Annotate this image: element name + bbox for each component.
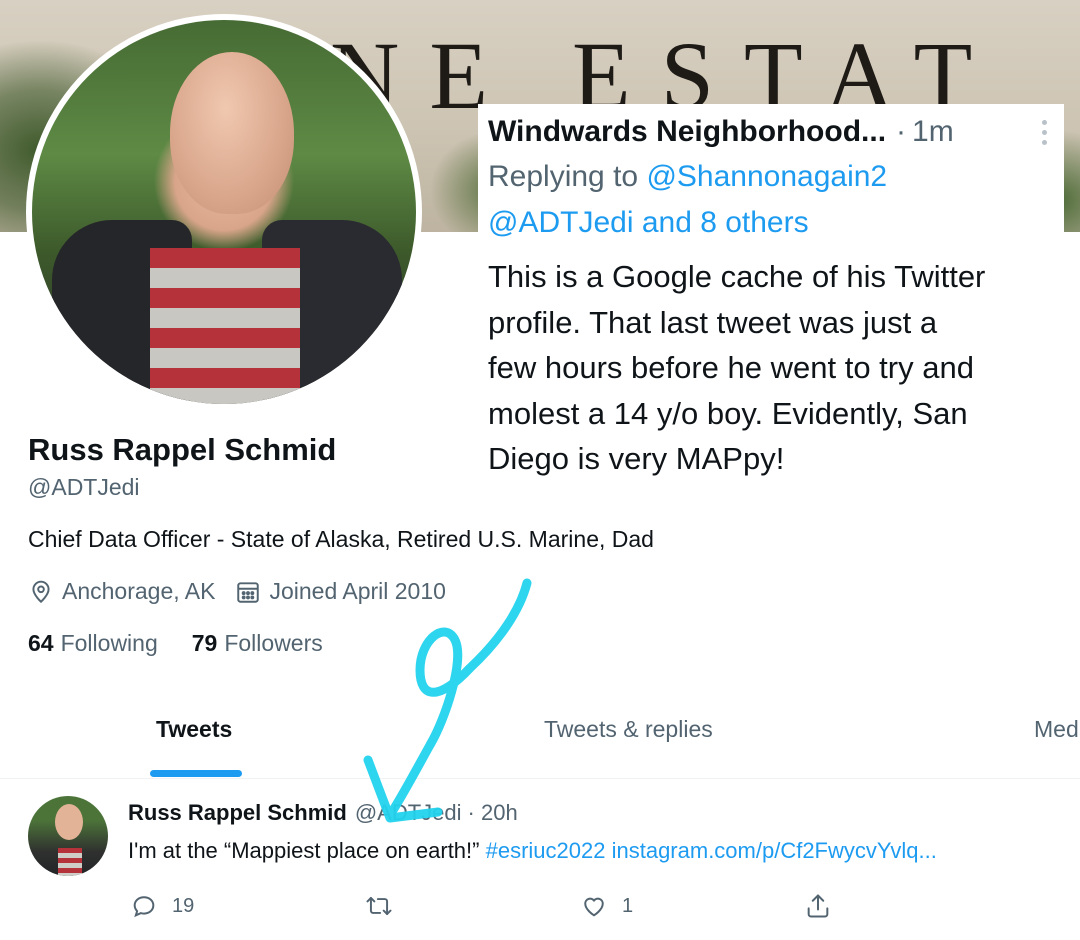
tweet-author-handle[interactable]: @ADTJedi [355,800,462,826]
tweet-hashtag[interactable]: #esriuc2022 [486,838,606,863]
profile-handle: @ADTJedi [28,474,140,500]
tweet-avatar[interactable] [28,796,108,876]
reply-icon [130,892,158,920]
reply-header: Windwards Neighborhood... · 1m [488,112,1054,152]
profile-avatar[interactable] [26,14,422,410]
like-button[interactable]: 1 [580,890,633,922]
calendar-icon [235,579,261,605]
tweet-link[interactable]: instagram.com/p/Cf2FwycvYvlq... [605,838,937,863]
tweet-text: I'm at the “Mappiest place on earth!” #e… [128,838,937,864]
tab-tweets[interactable]: Tweets [156,716,232,743]
retweet-icon [364,892,394,920]
more-options-icon[interactable] [1034,112,1054,152]
retweet-button[interactable] [364,890,394,922]
replying-to: Replying to @Shannonagain2 @ADTJedi and … [488,154,1054,246]
replying-to-prefix: Replying to [488,160,647,193]
tweet-avatar-face [55,804,83,840]
location-pin-icon [28,579,54,605]
reply-body-text: This is a Google cache of his Twitter pr… [488,259,986,476]
reply-tweet-card[interactable]: Windwards Neighborhood... · 1m Replying … [478,104,1064,476]
reply-separator: · [896,115,907,148]
profile-tabs: Tweets Tweets & replies Med [0,700,1080,779]
reply-author-name[interactable]: Windwards Neighborhood... [488,115,886,149]
profile-joined: Joined April 2010 [269,578,446,604]
following-link[interactable]: 64 Following [28,630,158,657]
tab-media[interactable]: Med [1034,716,1079,743]
profile-meta: Anchorage, AK Joined April 2010 [28,578,446,605]
avatar-shirt [150,248,300,404]
heart-icon [580,892,608,920]
profile-name: Russ Rappel Schmid [28,432,337,467]
tweet-author-name[interactable]: Russ Rappel Schmid [128,800,347,826]
share-button[interactable] [804,890,832,922]
avatar-photo [32,20,416,404]
tweet-header: Russ Rappel Schmid @ADTJedi · 20h [128,800,518,826]
tweet-timestamp[interactable]: · 20h [468,800,518,826]
active-tab-indicator [150,770,242,777]
mention-link[interactable]: @Shannonagain2 [646,160,887,193]
tab-tweets-replies[interactable]: Tweets & replies [544,716,713,743]
reply-timestamp[interactable]: 1m [912,115,954,149]
like-count: 1 [622,894,634,917]
following-label: Following [60,630,158,656]
tweet-avatar-shirt [58,848,82,876]
avatar-head [170,52,294,214]
profile-bio: Chief Data Officer - State of Alaska, Re… [28,526,654,552]
tweet-text-plain: I'm at the “Mappiest place on earth!” [128,838,486,863]
followers-link[interactable]: 79 Followers [192,630,323,657]
reply-button[interactable]: 19 [130,890,194,922]
mention-others-link[interactable]: @ADTJedi and 8 others [488,206,809,239]
follow-stats: 64 Following 79 Followers [28,630,357,657]
reply-count: 19 [172,894,195,917]
followers-count: 79 [191,630,218,656]
share-icon [804,892,832,920]
following-count: 64 [28,630,54,656]
followers-label: Followers [224,630,323,656]
profile-location: Anchorage, AK [62,578,216,604]
